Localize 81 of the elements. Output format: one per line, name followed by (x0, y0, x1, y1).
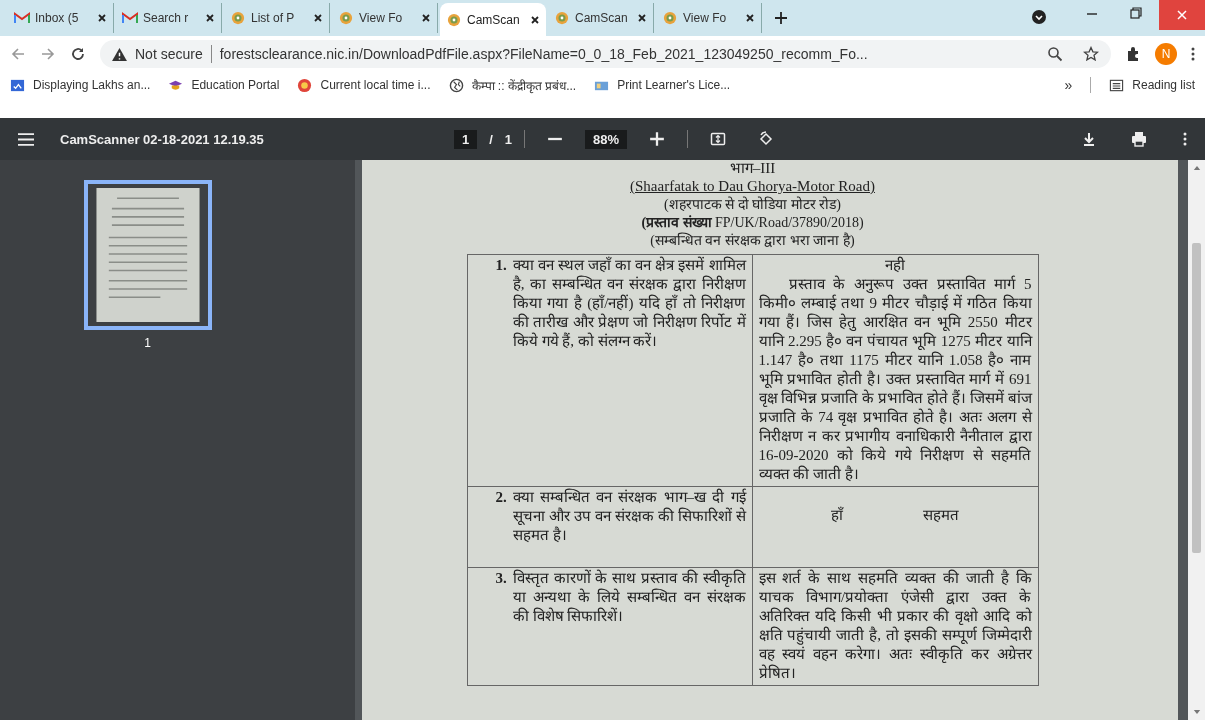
zoom-icon[interactable] (1047, 46, 1063, 62)
rotate-icon[interactable] (758, 131, 775, 147)
thumbnail-label: 1 (144, 336, 151, 350)
scroll-down-icon[interactable] (1192, 709, 1201, 716)
download-icon[interactable] (1081, 131, 1097, 147)
answer-text: इस शर्त के साथ सहमति व्यक्त की जाती है कि याचक विभाग/प्रयोक्ता एंजेसी द्वारा उक्त के अतिरिक्त यदि किसी भी प्रकार की वृक्षो आदि को क्षति पहुंचायी जाती है, तो इसकी सम्पूर्ण जिम्मेदारी वह स्वयं वहन करेगा। अतः स्वीकृति कर अग्रेत्तर प्रेषित। (758, 569, 1032, 683)
url-text: forestsclearance.nic.in/DownloadPdfFile.aspx?FileName=0_0_18_Feb_2021_123049250_recomm_Fo... (219, 46, 869, 62)
list-icon (1109, 77, 1125, 93)
page-total: 1 (504, 131, 513, 147)
mail-icon (122, 11, 138, 25)
question-text: क्या सम्बन्धित वन संरक्षक भाग–ख दी गई सूचना और उप वन संरक्षक की सिफारिशों से सहमत है। (512, 488, 746, 545)
globe-icon (448, 77, 464, 93)
document-heading: भाग–III (729, 160, 776, 177)
close-icon[interactable] (97, 13, 107, 23)
new-tab-icon[interactable] (774, 11, 788, 25)
browser-tab[interactable]: CamScan (440, 3, 546, 36)
document-subtitle: (Shaarfatak to Dau Ghorya-Motor Road) (630, 177, 875, 196)
close-icon[interactable] (745, 13, 755, 23)
scrollbar-thumb[interactable] (1192, 243, 1201, 553)
tab-search-icon[interactable] (1031, 9, 1047, 25)
star-icon[interactable] (1083, 46, 1099, 62)
puzzle-icon[interactable] (1125, 46, 1141, 62)
page-thumbnail[interactable] (83, 180, 212, 330)
answer-text: सहमत (923, 506, 959, 525)
question-text: विस्तृत कारणों के साथ प्रस्ताव की स्वीकृति या अन्यथा के लिये सम्बन्धित वन संरक्षक की विशेष सिफारिशें। (512, 569, 746, 626)
menu-icon[interactable] (1191, 46, 1195, 62)
item-number: 3. (495, 569, 507, 588)
close-icon[interactable] (530, 14, 540, 25)
browser-tab[interactable]: Search r (116, 3, 222, 33)
zoom-field[interactable]: 88% (585, 129, 628, 149)
emblem-icon (230, 11, 246, 25)
emblem-icon (662, 11, 678, 25)
forward-icon[interactable] (40, 46, 56, 62)
browser-tab[interactable]: View Fo (656, 3, 762, 33)
bookmark[interactable]: Print Learner's Lice... (594, 77, 731, 93)
bookmark[interactable]: Education Portal (168, 77, 280, 93)
close-icon (1176, 9, 1188, 21)
bookmark[interactable]: Displaying Lakhs an... (10, 77, 151, 93)
clock-icon (297, 77, 313, 93)
emblem-icon (338, 11, 354, 25)
document-heading-line: (सम्बन्धित वन संरक्षक द्वारा भरा जाना है) (650, 232, 855, 250)
scroll-up-icon[interactable] (1192, 164, 1201, 171)
answer-text: प्रस्ताव के अनुरूप उक्त प्रस्तावित मार्ग 5 किमी० लम्बाई तथा 9 मीटर चौड़ाई में गठित किया गया हैं। जिस हेतु आरक्षित वन भूमि 2550 मीटर यानि 2.295 है० वन पंचायत भूमि 1275 मीटर यानि 1.147 है० तथा 1175 मीटर यानि 1.058 है० नाम भूमि प्रभावित होती है। उक्त प्रस्तावित मार्ग में 691 वृक्ष विभिन्न प्रजाति के प्रभावित होते हैं। जिसमें बांज प्रजाति के 74 वृक्ष प्रभावित होते है। अतः अलग से निरीक्षण न कर प्रभागीय वनाधिकारी नैनीताल द्वारा 16-09-2020 को किये गये निरीक्षण से सहमति व्यक्त की जाती है। (758, 275, 1032, 484)
zoom-in-icon[interactable] (649, 131, 666, 147)
restore-icon[interactable] (1129, 6, 1143, 20)
emblem-icon (446, 12, 462, 27)
print-icon[interactable] (1131, 131, 1147, 147)
fit-page-icon[interactable] (710, 131, 727, 147)
close-icon[interactable] (421, 13, 431, 23)
item-number: 1. (495, 256, 507, 275)
bookmark[interactable]: Current local time i... (297, 77, 431, 93)
bookmarks-overflow-button[interactable]: » (1064, 77, 1073, 93)
menu-icon[interactable] (18, 132, 34, 146)
scrollbar[interactable] (1188, 160, 1205, 720)
answer-text: नही (885, 257, 905, 273)
bookmark[interactable]: कैम्पा :: केंद्रीकृत प्रबंध... (448, 76, 577, 94)
document-heading-line: (शहरपाटक से दो घोडिया मोटर रोड) (664, 196, 841, 214)
document-title: CamScanner 02-18-2021 12.19.35 (60, 131, 265, 147)
item-number: 2. (495, 488, 507, 507)
mail-icon (14, 11, 30, 25)
security-label: Not secure (135, 46, 203, 62)
warning-icon (112, 47, 127, 61)
address-bar[interactable]: Not secure forestsclearance.nic.in/DownloadPdfFile.aspx?FileName=0_0_18_Feb_2021_123049250_recomm_Fo... (100, 40, 1111, 68)
browser-tab[interactable]: View Fo (332, 3, 438, 33)
document-heading-line: (प्रस्ताव संख्या FP/UK/Road/37890/2018) (641, 214, 864, 232)
back-icon[interactable] (10, 46, 26, 62)
answer-text: हॉं (831, 506, 843, 525)
more-icon[interactable] (1183, 131, 1187, 147)
reading-list-button[interactable]: Reading list (1109, 77, 1195, 93)
page-number-field[interactable]: 1 (454, 129, 478, 149)
reload-icon[interactable] (70, 46, 86, 62)
news-icon (10, 77, 25, 93)
browser-tab[interactable]: List of P (224, 3, 330, 33)
emblem-icon (554, 11, 570, 25)
close-icon[interactable] (205, 13, 215, 23)
browser-tab[interactable]: Inbox (5 (8, 3, 114, 33)
browser-tab[interactable]: CamScan (548, 3, 654, 33)
close-icon[interactable] (637, 13, 647, 23)
question-text: क्या वन स्थल जहॉं का वन क्षेत्र इसमें शामिल है, का सम्बन्धित वन संरक्षक द्वारा निरीक्षण किया गया है (हॉं/नहीं) यदि हॉं तो निरीक्षण की तारीख और प्रेक्षण जो निरीक्षण रिर्पोट में किये गये हैं, को संलग्न करें। (512, 256, 746, 351)
page-separator: / (489, 131, 493, 147)
close-icon[interactable] (313, 13, 323, 23)
